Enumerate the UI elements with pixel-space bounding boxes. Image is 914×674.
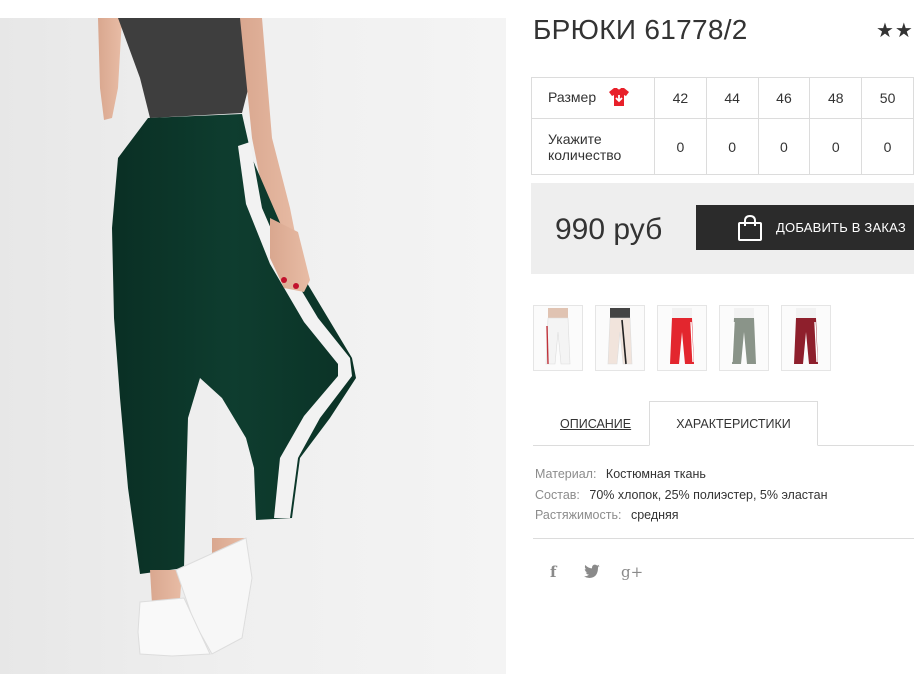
quantity-input[interactable]: 0 [809,118,863,175]
quantity-label: Укажите количество [531,118,655,175]
price: 990 руб [555,213,663,246]
shopping-bag-icon [736,214,764,245]
spec-row-material: Материал: Костюмная ткань [535,464,828,485]
spec-key: Материал: [535,467,597,481]
spec-row-composition: Состав: 70% хлопок, 25% полиэстер, 5% эл… [535,485,828,506]
facebook-icon[interactable]: f [550,563,556,581]
spec-key: Состав: [535,487,580,502]
size-option[interactable]: 44 [705,77,759,119]
rating-stars[interactable]: ★★★ [876,18,914,43]
size-label: Размер [548,88,597,105]
thumbnail-white[interactable] [533,305,583,371]
tab-characteristics[interactable]: ХАРАКТЕРИСТИКИ [649,401,818,446]
quantity-input[interactable]: 0 [757,118,811,175]
size-label-cell: Размер [531,77,655,119]
quantity-input[interactable]: 0 [705,118,759,175]
twitter-icon[interactable] [584,564,600,582]
size-quantity-table: Размер 42 44 46 48 50 Укажите количество… [531,77,914,175]
spec-row-stretch: Растяжимость: средняя [535,505,828,526]
thumbnail-gray[interactable] [719,305,769,371]
thumbnail-red[interactable] [657,305,707,371]
characteristics-list: Материал: Костюмная ткань Состав: 70% хл… [535,464,828,526]
google-plus-icon[interactable]: g+ [621,563,643,581]
quantity-row: Укажите количество 0 0 0 0 0 [531,118,914,175]
spec-value: средняя [630,508,679,522]
add-to-order-label: ДОБАВИТЬ В ЗАКАЗ [776,220,906,235]
size-option[interactable]: 48 [809,77,863,119]
size-row: Размер 42 44 46 48 50 [531,77,914,119]
tshirt-size-chart-icon[interactable] [608,87,630,110]
spec-key: Растяжимость: [535,508,622,522]
product-title: БРЮКИ 61778/2 [533,14,748,45]
product-main-image[interactable] [0,18,506,674]
tab-description[interactable]: ОПИСАНИЕ [560,417,631,431]
quantity-input[interactable]: 0 [653,118,707,175]
price-box: 990 руб ДОБАВИТЬ В ЗАКАЗ [531,183,914,274]
spec-value: Костюмная ткань [605,467,706,481]
size-option[interactable]: 50 [861,77,914,119]
add-to-order-button[interactable]: ДОБАВИТЬ В ЗАКАЗ [696,205,914,250]
spec-value: 70% хлопок, 25% полиэстер, 5% эластан [589,487,828,502]
pants-photo-illustration [98,18,356,657]
social-divider [533,538,914,539]
size-option[interactable]: 42 [653,77,707,119]
thumbnail-burgundy[interactable] [781,305,831,371]
thumbnail-beige[interactable] [595,305,645,371]
size-option[interactable]: 46 [757,77,811,119]
quantity-input[interactable]: 0 [861,118,914,175]
